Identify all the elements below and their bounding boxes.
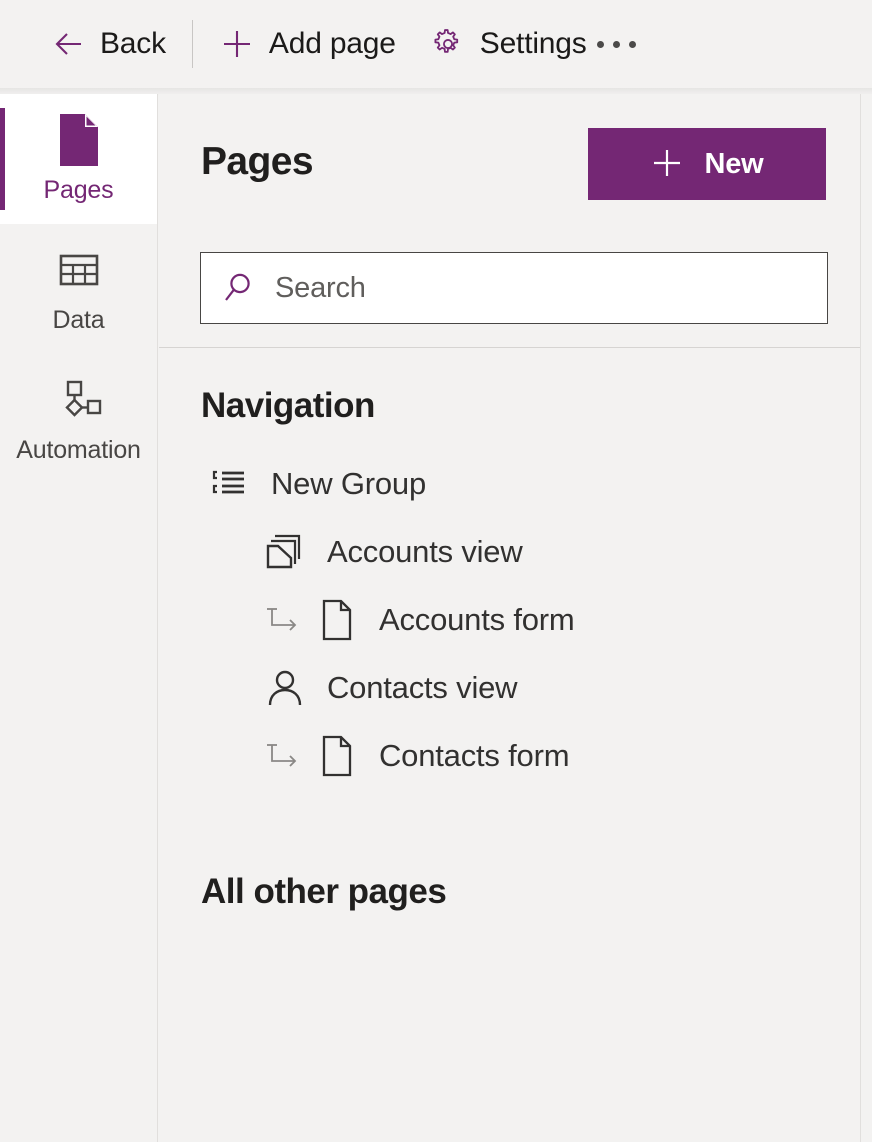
search-box[interactable] [200,252,828,324]
arrow-left-icon [50,26,86,62]
page-outline-icon [309,598,365,642]
search-icon [201,269,275,307]
command-bar: Back Add page Settings [0,0,872,88]
new-button[interactable]: New [588,128,826,200]
settings-button[interactable]: Settings [430,16,587,72]
sidebar-item-data-label: Data [52,305,105,334]
add-page-button[interactable]: Add page [219,16,396,72]
tree-item-contacts-form[interactable]: Contacts form [159,722,860,790]
sidebar-item-data[interactable]: Data [0,224,157,354]
new-button-label: New [704,147,764,180]
entity-view-icon [257,531,313,573]
right-edge-strip [861,94,872,1142]
tree-item-new-group-label: New Group [271,466,426,501]
sidebar-item-automation-label: Automation [16,435,141,464]
pages-panel: Pages New Na [159,94,861,1142]
flow-icon [55,374,103,426]
tree-item-contacts-view-label: Contacts view [327,670,518,705]
page-outline-icon [309,734,365,778]
tree-item-contacts-view[interactable]: Contacts view [159,654,860,722]
ellipsis-dot [612,40,620,48]
ellipsis-dot [596,40,604,48]
page-title: Pages [201,140,314,183]
sidebar-item-automation[interactable]: Automation [0,354,157,484]
tree-item-accounts-form-label: Accounts form [379,602,575,637]
plus-icon [219,26,255,62]
back-button-label: Back [100,27,166,60]
subtree-arrow-icon [257,739,309,773]
all-other-pages-section: All other pages [159,790,860,912]
ellipsis-dot [628,40,636,48]
tree-item-contacts-form-label: Contacts form [379,738,570,773]
add-page-button-label: Add page [268,27,396,60]
sidebar-item-pages-label: Pages [43,175,114,204]
subtree-arrow-icon [257,603,309,637]
tree-item-new-group[interactable]: New Group [159,450,860,518]
sidebar-item-pages[interactable]: Pages [0,94,157,224]
navigation-section-title: Navigation [201,386,375,425]
pages-panel-header: Pages New [159,94,860,348]
page-icon [56,113,102,166]
tree-item-accounts-view[interactable]: Accounts view [159,518,860,586]
navigation-tree: New Group Accounts view Accounts form Co… [159,450,860,790]
table-icon [57,244,101,296]
plus-icon [650,146,684,183]
tree-item-accounts-view-label: Accounts view [327,534,523,569]
search-input[interactable] [275,271,827,305]
command-bar-divider [191,20,193,68]
contact-person-icon [257,667,313,709]
gear-icon [430,26,466,62]
app-root: Back Add page Settings Pages Data Automa… [0,0,872,1142]
tree-item-accounts-form[interactable]: Accounts form [159,586,860,654]
group-list-icon [201,464,257,504]
settings-button-label: Settings [479,27,587,60]
navigation-section: Navigation New Group Accounts view Accou… [159,348,860,790]
all-other-pages-title: All other pages [201,872,447,911]
back-button[interactable]: Back [50,16,166,72]
left-rail: Pages Data Automation [0,94,158,1142]
ellipsis-icon[interactable] [587,27,646,62]
